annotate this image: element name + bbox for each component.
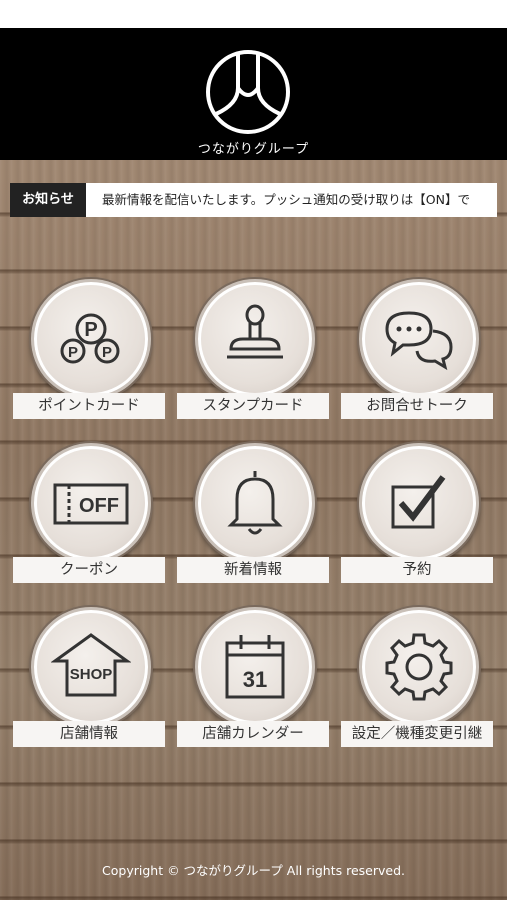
coupon-icon: OFF [31, 443, 151, 563]
logo [206, 50, 290, 134]
menu-label: 設定／機種変更引継 [341, 721, 493, 747]
svg-text:31: 31 [243, 667, 267, 692]
menu-label: 新着情報 [177, 557, 329, 583]
menu-coupon[interactable]: OFF クーポン [13, 443, 165, 583]
chat-bubbles-icon [359, 279, 479, 399]
menu-store-calendar[interactable]: 31 店舗カレンダー [177, 607, 329, 747]
shop-icon: SHOP [31, 607, 151, 727]
menu-point-card[interactable]: P P P ポイントカード [13, 279, 165, 419]
svg-text:P: P [68, 344, 78, 361]
news-ticker[interactable]: お知らせ 最新情報を配信いたします。プッシュ通知の受け取りは【ON】で [10, 183, 497, 217]
status-bar-area [0, 0, 507, 28]
stamp-icon [195, 279, 315, 399]
svg-text:P: P [102, 344, 112, 361]
copyright: Copyright © つながりグループ All rights reserved… [102, 863, 405, 878]
news-tag: お知らせ [10, 183, 86, 217]
menu-stamp-card[interactable]: スタンプカード [177, 279, 329, 419]
menu-store-info[interactable]: SHOP 店舗情報 [13, 607, 165, 747]
menu-label: クーポン [13, 557, 165, 583]
menu-reservation[interactable]: 予約 [341, 443, 493, 583]
menu-label: 店舗情報 [13, 721, 165, 747]
news-text: 最新情報を配信いたします。プッシュ通知の受け取りは【ON】で [102, 192, 470, 207]
svg-text:OFF: OFF [79, 495, 119, 517]
menu-label: 店舗カレンダー [177, 721, 329, 747]
menu-inquiry-talk[interactable]: お問合せトーク [341, 279, 493, 419]
menu-label: スタンプカード [177, 393, 329, 419]
menu-news[interactable]: 新着情報 [177, 443, 329, 583]
bell-icon [195, 443, 315, 563]
svg-text:SHOP: SHOP [70, 666, 113, 683]
point-card-icon: P P P [31, 279, 151, 399]
gear-icon [359, 607, 479, 727]
menu-settings[interactable]: 設定／機種変更引継 [341, 607, 493, 747]
svg-text:P: P [84, 319, 97, 341]
checkbox-icon [359, 443, 479, 563]
calendar-icon: 31 [195, 607, 315, 727]
app-header: つながりグループ [0, 28, 507, 160]
menu-label: お問合せトーク [341, 393, 493, 419]
menu-label: ポイントカード [13, 393, 165, 419]
brand-name: つながりグループ [197, 142, 310, 157]
menu-label: 予約 [341, 557, 493, 583]
